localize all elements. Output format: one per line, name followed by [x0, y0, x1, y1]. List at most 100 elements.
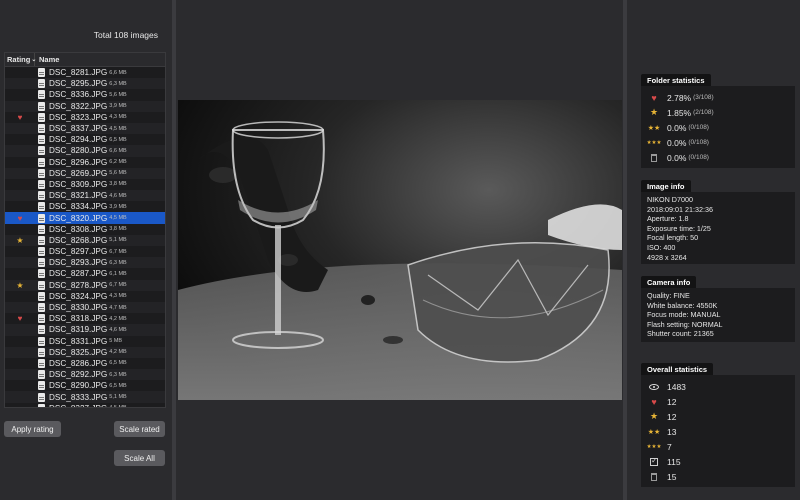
- file-icon: [38, 303, 45, 313]
- file-name: DSC_8290.JPG: [49, 381, 108, 391]
- rating-column-header[interactable]: Rating ⌄: [5, 53, 36, 66]
- file-icon: [38, 146, 45, 156]
- file-row[interactable]: DSC_8292.JPG 6,3 MB: [5, 369, 165, 381]
- scale-rated-button[interactable]: Scale rated: [114, 421, 165, 437]
- file-row[interactable]: ★ DSC_8278.JPG 6,7 MB: [5, 279, 165, 291]
- rating-cell[interactable]: ★: [5, 236, 35, 245]
- rating-cell[interactable]: ♥: [5, 113, 35, 122]
- file-rows: DSC_8281.JPG 6,6 MB DSC_8295.JPG 6,3 MB DSC_…: [5, 67, 165, 407]
- photo-preview[interactable]: [178, 100, 622, 400]
- file-icon: [38, 280, 45, 290]
- image-info-line: NIKON D7000: [647, 195, 693, 204]
- file-row[interactable]: DSC_8319.JPG 4,6 MB: [5, 324, 165, 336]
- file-row[interactable]: DSC_8290.JPG 6,5 MB: [5, 380, 165, 392]
- rating-cell[interactable]: ♥: [5, 314, 35, 323]
- file-icon: [38, 403, 45, 407]
- rating-cell[interactable]: ★: [5, 281, 35, 290]
- file-size: 5,6 MB: [109, 91, 127, 98]
- file-name: DSC_8295.JPG: [49, 79, 108, 89]
- file-size: 6,2 MB: [109, 159, 127, 166]
- folder-stat-value: 2.78%: [667, 92, 692, 103]
- file-row[interactable]: ♥ DSC_8318.JPG 4,2 MB: [5, 313, 165, 325]
- file-row[interactable]: DSC_8295.JPG 6,3 MB: [5, 78, 165, 90]
- star-1-icon: ★: [649, 107, 659, 117]
- file-row[interactable]: DSC_8333.JPG 5,1 MB: [5, 391, 165, 403]
- camera-info-box: Quality: FINE White balance: 4550K Focus m…: [641, 288, 795, 342]
- file-row[interactable]: DSC_8321.JPG 4,6 MB: [5, 190, 165, 202]
- file-size: 5,1 MB: [109, 237, 127, 244]
- file-row[interactable]: DSC_8309.JPG 3,8 MB: [5, 178, 165, 191]
- file-icon: [38, 213, 45, 223]
- folder-stat-value: 0.0%: [667, 122, 687, 133]
- file-row[interactable]: DSC_8336.JPG 5,6 MB: [5, 89, 165, 101]
- file-row[interactable]: DSC_8293.JPG 6,3 MB: [5, 257, 165, 269]
- file-size: 3,8 MB: [109, 181, 127, 188]
- file-name: DSC_8319.JPG: [49, 325, 108, 335]
- file-row[interactable]: DSC_8322.JPG 3,9 MB: [5, 100, 165, 112]
- folder-stat-row: 0.0% (0/108): [641, 150, 795, 165]
- file-icon: [38, 358, 45, 368]
- camera-info-line: Flash setting: NORMAL: [647, 319, 723, 329]
- left-splitter[interactable]: [172, 0, 176, 500]
- file-name: DSC_8327.JPG: [49, 404, 107, 407]
- file-row[interactable]: DSC_8287.JPG 6,1 MB: [5, 268, 165, 280]
- right-splitter[interactable]: [623, 0, 627, 500]
- file-row[interactable]: DSC_8294.JPG 6,5 MB: [5, 134, 165, 146]
- file-size: 6,6 MB: [109, 69, 127, 76]
- file-icon: [38, 347, 45, 357]
- file-row[interactable]: DSC_8269.JPG 5,6 MB: [5, 167, 165, 179]
- file-row[interactable]: DSC_8280.JPG 6,6 MB: [5, 145, 165, 157]
- file-size: 6,5 MB: [109, 360, 127, 367]
- file-size: 6,3 MB: [109, 259, 127, 266]
- image-info-line: ISO: 400: [647, 242, 676, 252]
- file-row[interactable]: DSC_8297.JPG 6,7 MB: [5, 246, 165, 258]
- file-name: DSC_8309.JPG: [49, 179, 108, 189]
- rating-cell[interactable]: ♥: [5, 214, 35, 223]
- file-size: 6,5 MB: [109, 382, 127, 389]
- file-row[interactable]: DSC_8334.JPG 3,9 MB: [5, 201, 165, 213]
- scale-all-button[interactable]: Scale All: [114, 450, 165, 466]
- file-row[interactable]: DSC_8337.JPG 4,5 MB: [5, 122, 165, 135]
- file-icon: [38, 392, 45, 402]
- file-size: 5 MB: [109, 338, 123, 345]
- file-row[interactable]: DSC_8281.JPG 6,6 MB: [5, 67, 165, 79]
- overall-stat-row: 1483: [641, 379, 795, 394]
- file-row[interactable]: DSC_8327.JPG4,5 MB: [5, 402, 165, 407]
- star-2-icon: ★★: [647, 428, 661, 436]
- file-row[interactable]: DSC_8308.JPG 3,8 MB: [5, 223, 165, 235]
- name-column-header[interactable]: Name: [35, 55, 59, 64]
- file-row[interactable]: ♥ DSC_8320.JPG 4,5 MB: [5, 212, 165, 224]
- file-name: DSC_8287.JPG: [49, 269, 108, 279]
- file-row[interactable]: DSC_8296.JPG 6,2 MB: [5, 156, 165, 168]
- folder-stat-count: (2/108): [693, 109, 714, 116]
- file-icon: [38, 235, 45, 245]
- folder-stat-count: (0/108): [688, 154, 709, 161]
- file-icon: [38, 224, 45, 234]
- checkbox-icon: [650, 456, 658, 466]
- file-name: DSC_8324.JPG: [49, 291, 108, 301]
- file-row[interactable]: DSC_8324.JPG 4,3 MB: [5, 290, 165, 302]
- file-size: 3,8 MB: [109, 226, 127, 233]
- camera-info-line: Quality: FINE: [647, 291, 690, 300]
- file-icon: [38, 370, 45, 380]
- file-name: DSC_8269.JPG: [49, 168, 108, 178]
- file-name: DSC_8280.JPG: [49, 146, 108, 156]
- rating-column-label: Rating: [7, 55, 31, 64]
- folder-statistics-title: Folder statistics: [641, 74, 711, 86]
- file-name: DSC_8286.JPG: [49, 358, 108, 368]
- folder-stat-count: (0/108): [688, 124, 709, 131]
- file-row[interactable]: DSC_8286.JPG 6,5 MB: [5, 357, 165, 370]
- apply-rating-button[interactable]: Apply rating: [4, 421, 61, 437]
- file-row[interactable]: DSC_8330.JPG 4,7 MB: [5, 301, 165, 314]
- star-2-icon: ★★: [647, 124, 661, 132]
- folder-stat-row: ★ 1.85% (2/108): [641, 105, 795, 120]
- file-row[interactable]: DSC_8325.JPG 4,2 MB: [5, 346, 165, 358]
- overall-stat-row: ★★ 13: [641, 424, 795, 439]
- file-row[interactable]: ♥ DSC_8323.JPG 4,3 MB: [5, 111, 165, 123]
- file-row[interactable]: ★ DSC_8268.JPG 5,1 MB: [5, 234, 165, 246]
- file-row[interactable]: DSC_8331.JPG 5 MB: [5, 335, 165, 347]
- file-size: 4,7 MB: [109, 304, 127, 311]
- file-size: 4,2 MB: [109, 349, 127, 356]
- file-table[interactable]: Rating ⌄ Name DSC_8281.JPG 6,6 MB DSC_8295…: [4, 52, 166, 408]
- overall-stat-row: ★★★ 7: [641, 439, 795, 454]
